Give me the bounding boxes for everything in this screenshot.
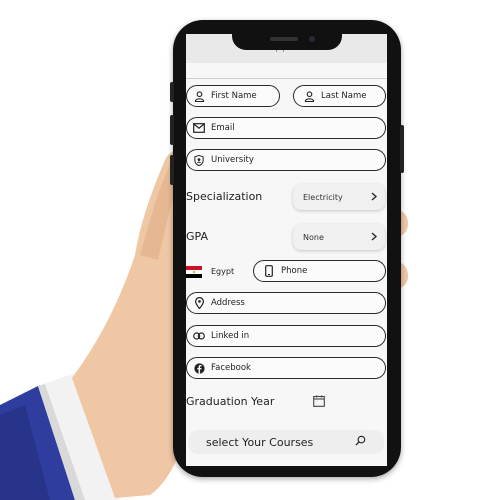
last-name-placeholder: Last Name [321, 91, 367, 101]
university-placeholder: University [211, 155, 254, 165]
phone-camera [309, 36, 315, 42]
university-field[interactable]: University [186, 149, 386, 171]
link-icon [193, 330, 205, 342]
phone-icon [263, 265, 275, 277]
shield-icon [193, 154, 205, 166]
location-pin-icon [193, 297, 205, 309]
last-name-field[interactable]: Last Name [293, 85, 386, 107]
first-name-field[interactable]: First Name [186, 85, 280, 107]
linkedin-placeholder: Linked in [211, 331, 250, 341]
facebook-field[interactable]: Facebook [186, 357, 386, 379]
gpa-select[interactable]: None [293, 224, 385, 250]
linkedin-field[interactable]: Linked in [186, 325, 386, 347]
facebook-placeholder: Facebook [211, 363, 251, 373]
specialization-label: Specialization [186, 190, 263, 203]
address-field[interactable]: Address [186, 292, 386, 314]
specialization-select[interactable]: Electricity [293, 184, 385, 210]
header-divider [186, 78, 387, 79]
gpa-value: None [303, 232, 324, 242]
graduation-year-label: Graduation Year [186, 395, 275, 408]
phone-side-button [170, 82, 174, 102]
user-icon [303, 90, 315, 102]
envelope-icon [193, 122, 205, 134]
specialization-value: Electricity [303, 192, 343, 202]
address-placeholder: Address [211, 298, 245, 308]
chevron-right-icon [371, 232, 377, 243]
egypt-flag-icon[interactable] [186, 266, 202, 278]
first-name-placeholder: First Name [211, 91, 257, 101]
phone-power-button [400, 125, 404, 173]
courses-label: select Your Courses [206, 435, 314, 449]
phone-volume-down [170, 155, 174, 185]
phone-volume-up [170, 115, 174, 145]
select-courses-button[interactable]: select Your Courses [188, 430, 384, 454]
phone-placeholder: Phone [281, 266, 308, 276]
user-icon [193, 90, 205, 102]
email-field[interactable]: Email [186, 117, 386, 139]
chevron-right-icon [371, 192, 377, 203]
gpa-label: GPA [186, 230, 208, 243]
facebook-icon [193, 362, 205, 374]
calendar-icon[interactable] [313, 395, 325, 407]
phone-field[interactable]: Phone [253, 260, 386, 282]
phone-speaker [270, 37, 298, 41]
search-icon [355, 435, 366, 449]
country-name[interactable]: Egypt [211, 267, 234, 276]
email-placeholder: Email [211, 123, 235, 133]
